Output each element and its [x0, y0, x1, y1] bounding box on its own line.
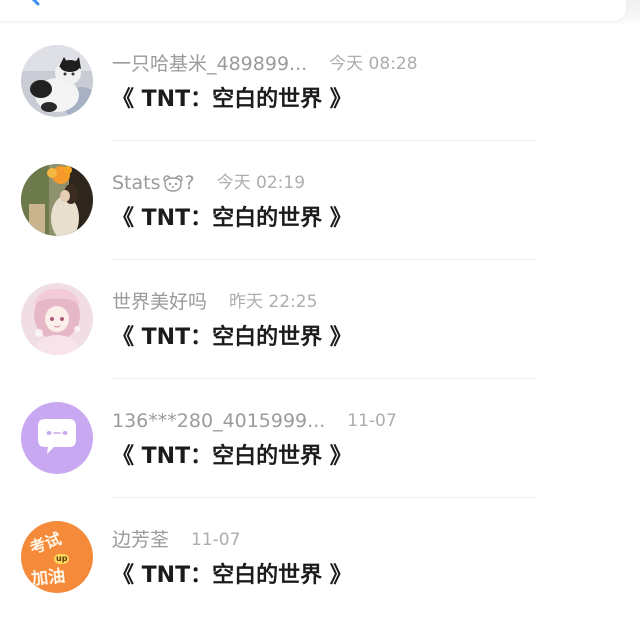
timestamp: 11-07 — [347, 411, 397, 431]
top-card[interactable] — [0, 0, 626, 21]
timestamp: 今天 02:19 — [216, 173, 306, 193]
avatar[interactable] — [21, 283, 93, 355]
list-item[interactable]: 一只哈基米_489899... 今天 08:28 《 TNT：空白的世界 》 — [0, 22, 640, 141]
avatar[interactable]: 考试 up 加油 — [21, 521, 93, 593]
chat-bubble-icon — [21, 402, 93, 474]
comment-meta: 一只哈基米_489899... 今天 08:28 — [112, 52, 418, 76]
comment-message: 《 TNT：空白的世界 》 — [112, 206, 352, 231]
comment-message: 《 TNT：空白的世界 》 — [112, 87, 352, 112]
username-suffix: ? — [184, 172, 195, 194]
list-item[interactable]: 考试 up 加油 边芳荃 11-07 《 TNT：空白的世界 》 — [0, 498, 640, 617]
comment-meta: 136***280_4015999... 11-07 — [112, 409, 397, 433]
timestamp: 11-07 — [191, 530, 241, 550]
person-flowers-photo — [21, 164, 93, 236]
username[interactable]: 世界美好吗 — [112, 290, 207, 314]
comment-meta: 世界美好吗 昨天 22:25 — [112, 290, 317, 314]
username[interactable]: Stats ? — [112, 171, 195, 195]
comment-list: 一只哈基米_489899... 今天 08:28 《 TNT：空白的世界 》 S… — [0, 22, 640, 617]
bear-face-icon — [162, 175, 183, 192]
comment-message: 《 TNT：空白的世界 》 — [112, 563, 352, 588]
username-text: Stats — [112, 172, 161, 194]
username[interactable]: 一只哈基米_489899... — [112, 52, 307, 76]
comment-message: 《 TNT：空白的世界 》 — [112, 444, 352, 469]
avatar-text-bottom: 加油 — [30, 566, 67, 590]
comment-meta: Stats ? 今天 02:19 — [112, 171, 305, 195]
anime-girl-illustration — [21, 283, 93, 355]
timestamp: 昨天 22:25 — [229, 292, 318, 312]
list-item[interactable]: Stats ? 今天 02:19 《 TNT：空白的世界 》 — [0, 141, 640, 260]
list-item[interactable]: 136***280_4015999... 11-07 《 TNT：空白的世界 》 — [0, 379, 640, 498]
username[interactable]: 边芳荃 — [112, 528, 169, 552]
username[interactable]: 136***280_4015999... — [112, 409, 325, 433]
cat-photo — [21, 45, 93, 117]
comment-message: 《 TNT：空白的世界 》 — [112, 325, 352, 350]
timestamp: 今天 08:28 — [329, 54, 418, 74]
avatar[interactable] — [21, 45, 93, 117]
avatar[interactable] — [21, 402, 93, 474]
back-chevron-icon[interactable] — [22, 0, 46, 8]
list-item[interactable]: 世界美好吗 昨天 22:25 《 TNT：空白的世界 》 — [0, 260, 640, 379]
comment-meta: 边芳荃 11-07 — [112, 528, 240, 552]
avatar[interactable] — [21, 164, 93, 236]
